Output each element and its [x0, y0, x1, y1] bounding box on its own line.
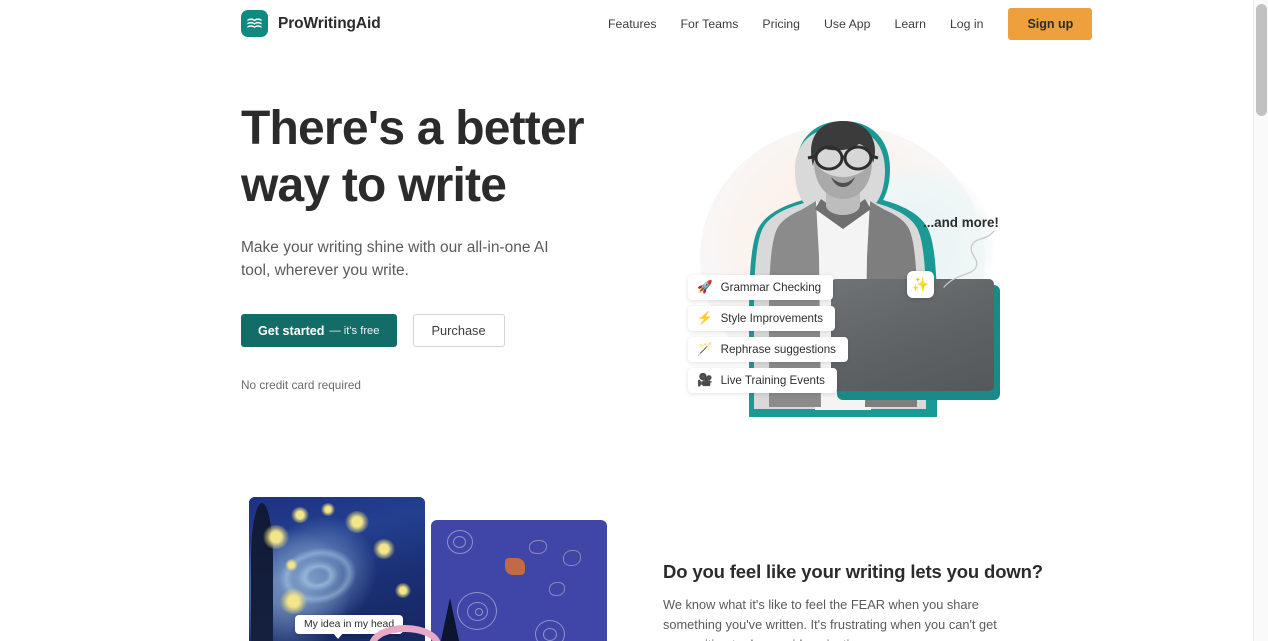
drawn-star — [529, 540, 547, 554]
site-header: ProWritingAid Features For Teams Pricing… — [0, 0, 1253, 48]
page-root: ProWritingAid Features For Teams Pricing… — [0, 0, 1268, 641]
star — [395, 583, 411, 598]
cypress-tree — [251, 503, 273, 641]
feature-pill-label: Live Training Events — [720, 374, 825, 387]
drawn-swirl — [543, 628, 557, 641]
lightning-bolt-icon: ⚡ — [697, 311, 713, 326]
magic-wand-icon: 🪄 — [697, 342, 713, 357]
no-credit-card-note: No credit card required — [241, 378, 361, 392]
page-scrollbar[interactable] — [1253, 0, 1268, 641]
drawn-star — [549, 582, 565, 596]
scrollbar-thumb[interactable] — [1256, 4, 1267, 116]
star — [321, 503, 335, 516]
star — [263, 525, 289, 549]
nav-link-log-in[interactable]: Log in — [938, 11, 996, 37]
lower-section-title: Do you feel like your writing lets you d… — [663, 561, 1043, 582]
hero-text-block: There's a better way to write Make your … — [241, 100, 641, 392]
drawn-sun — [505, 558, 525, 575]
hero-subtitle: Make your writing shine with our all-in-… — [241, 239, 549, 279]
lower-text-block: Do you feel like your writing lets you d… — [663, 561, 1043, 641]
childlike-drawing-image — [431, 520, 607, 641]
nav-link-features[interactable]: Features — [596, 11, 669, 37]
lower-section: My idea in my head Do you feel like your… — [0, 488, 1253, 641]
feature-pill-label: Style Improvements — [720, 312, 824, 325]
star — [291, 507, 309, 523]
sign-up-button[interactable]: Sign up — [1008, 8, 1093, 40]
main-navigation: Features For Teams Pricing Use App Learn… — [596, 0, 1093, 48]
hero-cta-group: Get started — it's free Purchase — [241, 314, 641, 347]
feature-pill-list: 🚀 Grammar Checking ⚡ Style Improvements … — [688, 275, 848, 393]
feature-pill-live-training-events: 🎥 Live Training Events — [688, 368, 837, 393]
hero-title: There's a better way to write — [241, 102, 585, 212]
rocket-icon: 🚀 — [697, 280, 713, 295]
hero-section: There's a better way to write Make your … — [0, 48, 1253, 488]
lower-section-body: We know what it's like to feel the FEAR … — [663, 597, 997, 641]
star — [285, 559, 298, 571]
feature-pill-style-improvements: ⚡ Style Improvements — [688, 306, 836, 331]
feature-pill-grammar-checking: 🚀 Grammar Checking — [688, 275, 834, 300]
nav-link-use-app[interactable]: Use App — [812, 11, 883, 37]
drawn-swirl — [475, 608, 483, 616]
feature-pill-label: Grammar Checking — [720, 281, 822, 294]
get-started-button[interactable]: Get started — it's free — [241, 314, 397, 347]
and-more-label: ...and more! — [923, 215, 999, 230]
comparison-images: My idea in my head — [249, 497, 607, 641]
drawn-star — [563, 550, 581, 566]
movie-camera-icon: 🎥 — [697, 373, 713, 388]
star — [345, 511, 369, 533]
starry-night-image: My idea in my head — [249, 497, 425, 641]
drawn-tree — [439, 598, 461, 641]
star — [280, 589, 307, 614]
brand-logo-link[interactable]: ProWritingAid — [241, 10, 381, 37]
feature-pill-rephrase-suggestions: 🪄 Rephrase suggestions — [688, 337, 848, 362]
get-started-label: Get started — [258, 323, 325, 338]
hero-illustration: ...and more! ✨ 🚀 Grammar Checking ⚡ Styl… — [655, 103, 1015, 443]
nav-link-learn[interactable]: Learn — [882, 11, 937, 37]
star — [373, 539, 395, 559]
purchase-button[interactable]: Purchase — [412, 314, 505, 347]
get-started-sublabel: — it's free — [329, 324, 380, 337]
feature-pill-label: Rephrase suggestions — [720, 343, 836, 356]
nav-link-pricing[interactable]: Pricing — [750, 11, 812, 37]
book-logo-icon — [241, 10, 268, 37]
nav-link-for-teams[interactable]: For Teams — [669, 11, 751, 37]
sparkles-icon[interactable]: ✨ — [907, 271, 934, 298]
drawn-swirl — [453, 536, 466, 548]
brand-name: ProWritingAid — [278, 14, 381, 32]
